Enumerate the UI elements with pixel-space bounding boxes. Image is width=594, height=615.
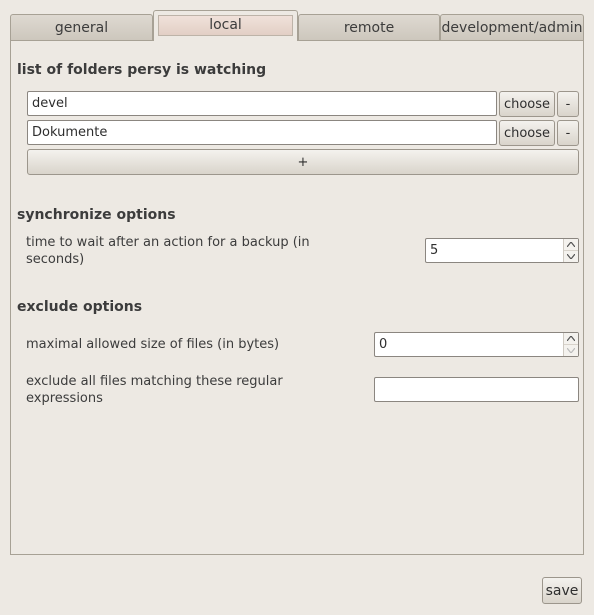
- max-size-decrease-button[interactable]: [564, 345, 578, 356]
- chevron-up-icon: [567, 242, 575, 247]
- max-size-label: maximal allowed size of files (in bytes): [26, 337, 280, 352]
- tab-bar: general local remote development/admin: [10, 10, 584, 41]
- exclude-section-title: exclude options: [17, 299, 143, 315]
- choose-folder-button-2[interactable]: choose: [499, 120, 555, 146]
- wait-time-label: time to wait after an action for a backu…: [26, 235, 310, 267]
- tab-panel-local: list of folders persy is watching choose…: [10, 40, 584, 555]
- wait-time-spinner[interactable]: 5: [425, 238, 579, 263]
- tab-general-label: general: [54, 20, 109, 36]
- wait-time-value: 5: [430, 243, 439, 258]
- regex-input[interactable]: [374, 377, 579, 402]
- tab-general[interactable]: general: [10, 14, 153, 40]
- tab-development-admin[interactable]: development/admin: [440, 14, 584, 40]
- sync-section-title: synchronize options: [17, 207, 176, 223]
- choose-folder-button-1[interactable]: choose: [499, 91, 555, 117]
- watch-section-title: list of folders persy is watching: [17, 62, 267, 78]
- regex-label: exclude all files matching these regular…: [26, 374, 283, 406]
- max-size-increase-button[interactable]: [564, 333, 578, 345]
- tab-local-focus: local: [158, 15, 293, 36]
- chevron-down-icon: [567, 348, 575, 353]
- wait-time-decrease-button[interactable]: [564, 251, 578, 262]
- max-size-spin-buttons: [563, 333, 578, 356]
- add-folder-button[interactable]: +: [27, 149, 579, 175]
- chevron-down-icon: [567, 254, 575, 259]
- tab-remote-label: remote: [343, 20, 395, 36]
- chevron-up-icon: [567, 336, 575, 341]
- wait-time-spin-buttons: [563, 239, 578, 262]
- save-button[interactable]: save: [542, 577, 582, 604]
- remove-folder-button-1[interactable]: -: [557, 91, 579, 117]
- max-size-value: 0: [379, 337, 388, 352]
- folder-entry-2[interactable]: [27, 120, 497, 145]
- tab-local[interactable]: local: [153, 10, 298, 41]
- wait-time-increase-button[interactable]: [564, 239, 578, 251]
- folder-entry-1[interactable]: [27, 91, 497, 116]
- max-size-spinner[interactable]: 0: [374, 332, 579, 357]
- tab-development-admin-label: development/admin: [441, 20, 583, 36]
- tab-local-label: local: [209, 17, 242, 33]
- tab-remote[interactable]: remote: [298, 14, 440, 40]
- remove-folder-button-2[interactable]: -: [557, 120, 579, 146]
